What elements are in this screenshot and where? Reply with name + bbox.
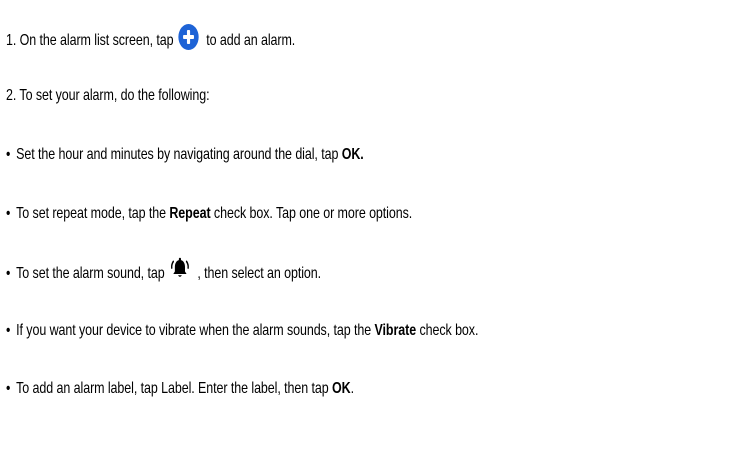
bullet-text: To set the alarm sound, tap [16,265,165,283]
alarm-bell-icon [169,257,191,281]
bullet-text-after: . [350,380,354,397]
step-number: 2. [6,87,17,104]
ok-label: OK. [341,146,364,163]
step-2: 2. To set your alarm, do the following: [6,86,210,106]
bullet-item-repeat: • To set repeat mode, tap the Repeat chec… [6,204,412,224]
step-text: To set your alarm, do the following: [19,87,210,104]
bullet-item-vibrate: • If you want your device to vibrate when… [6,321,478,341]
bullet-symbol: • [6,265,11,283]
step-text-after: to add an alarm. [206,32,296,50]
bullet-item-set-time: • Set the hour and minutes by navigating … [6,145,364,165]
bullet-symbol: • [6,146,11,163]
bullet-text: To set repeat mode, tap the [16,205,166,222]
bullet-text: To add an alarm label, tap Label. Enter … [16,380,329,397]
bullet-text: If you want your device to vibrate when … [16,322,372,339]
step-text: On the alarm list screen, tap [19,32,174,50]
bullet-text-after: check box. Tap one or more options. [213,205,413,222]
bullet-text: Set the hour and minutes by navigating a… [16,146,339,163]
bullet-text-after: , then select an option. [197,265,322,283]
bullet-text-after: check box. [419,322,479,339]
vibrate-label: Vibrate [374,322,417,339]
step-1: 1. On the alarm list screen, tap to add a… [6,24,296,54]
bullet-symbol: • [6,322,11,339]
bullet-item-alarm-sound: • To set the alarm sound, tap , then sele… [6,257,322,286]
ok-label: OK [332,380,351,397]
bullet-symbol: • [6,380,11,397]
add-circle-icon [178,24,199,50]
repeat-label: Repeat [169,205,211,222]
bullet-item-label: • To add an alarm label, tap Label. Enter… [6,379,354,399]
instructions-document: 1. On the alarm list screen, tap to add a… [0,0,730,452]
bullet-symbol: • [6,205,11,222]
step-number: 1. [6,32,17,50]
